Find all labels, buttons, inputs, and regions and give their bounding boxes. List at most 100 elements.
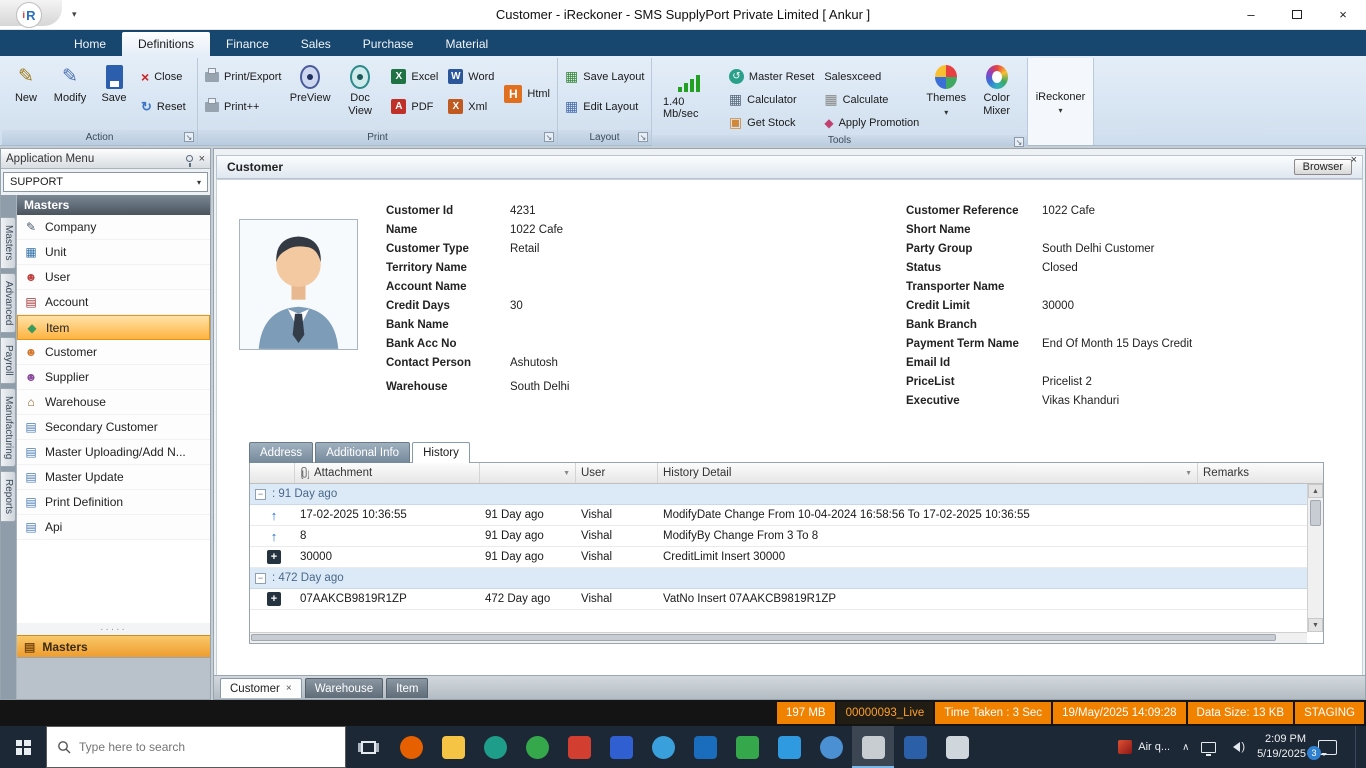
close-window-button[interactable]: × bbox=[1320, 0, 1366, 29]
ribbon-tab[interactable]: Definitions bbox=[122, 32, 210, 56]
field-value[interactable]: Retail bbox=[510, 243, 539, 255]
sidebar-item[interactable]: Item bbox=[17, 315, 210, 340]
action-center-icon[interactable]: 3 bbox=[1318, 740, 1337, 755]
taskbar-app-button[interactable] bbox=[558, 726, 600, 768]
taskbar-app-button[interactable] bbox=[810, 726, 852, 768]
browser-button[interactable]: Browser bbox=[1294, 159, 1352, 175]
pdf-button[interactable]: A PDF bbox=[387, 96, 442, 117]
sidebar-vertical-tab[interactable]: Reports bbox=[1, 471, 16, 522]
taskbar-app-button[interactable] bbox=[642, 726, 684, 768]
app-logo-icon[interactable]: iR bbox=[16, 2, 42, 28]
dialog-launcher-icon[interactable]: ↘ bbox=[184, 132, 194, 142]
sidebar-item[interactable]: Print Definition bbox=[17, 490, 210, 515]
filter-icon[interactable]: ▼ bbox=[563, 470, 570, 477]
panel-close-icon[interactable]: × bbox=[199, 153, 205, 165]
reset-button[interactable]: Reset bbox=[137, 96, 190, 117]
close-button[interactable]: Close bbox=[137, 66, 190, 87]
table-row[interactable]: − : 91 Day ago bbox=[250, 484, 1307, 505]
sidebar-item[interactable]: Api bbox=[17, 515, 210, 540]
filter-icon[interactable]: ▼ bbox=[1185, 470, 1192, 477]
taskbar-app-button[interactable] bbox=[894, 726, 936, 768]
volume-tray-icon[interactable] bbox=[1228, 741, 1245, 753]
master-reset-button[interactable]: Master Reset bbox=[725, 66, 818, 87]
scrollbar-thumb[interactable] bbox=[251, 634, 1276, 641]
taskbar-app-button[interactable] bbox=[600, 726, 642, 768]
tab-close-icon[interactable]: × bbox=[286, 683, 292, 694]
salesxceed-button[interactable]: Salesxceed bbox=[820, 66, 923, 87]
column-header-attachment[interactable]: Attachment bbox=[295, 463, 480, 483]
doc-view-button[interactable]: Doc View bbox=[335, 60, 386, 128]
collapse-icon[interactable]: − bbox=[255, 573, 266, 584]
search-input[interactable] bbox=[79, 740, 335, 754]
taskbar-clock[interactable]: 2:09 PM 5/19/2025 bbox=[1257, 732, 1306, 762]
sidebar-vertical-tab[interactable]: Manufacturing bbox=[1, 388, 16, 467]
vertical-scrollbar[interactable]: ▲ ▼ bbox=[1307, 484, 1323, 632]
xml-button[interactable]: X Xml bbox=[444, 96, 498, 117]
html-button[interactable]: H Html bbox=[500, 84, 554, 105]
field-value[interactable]: 30000 bbox=[1042, 300, 1074, 312]
dialog-launcher-icon[interactable]: ↘ bbox=[1014, 137, 1024, 147]
taskbar-app-button[interactable] bbox=[390, 726, 432, 768]
taskbar-app-button[interactable] bbox=[474, 726, 516, 768]
tray-expand-caret-icon[interactable]: ∧ bbox=[1182, 742, 1189, 753]
ribbon-tab[interactable]: Home bbox=[58, 32, 122, 56]
pin-icon[interactable] bbox=[186, 155, 193, 162]
collapse-icon[interactable]: − bbox=[255, 489, 266, 500]
tab-strip-close-icon[interactable]: × bbox=[1351, 154, 1357, 166]
excel-button[interactable]: X Excel bbox=[387, 66, 442, 87]
column-header-icon[interactable] bbox=[250, 463, 295, 483]
ribbon-tab[interactable]: Sales bbox=[285, 32, 347, 56]
field-value[interactable]: Pricelist 2 bbox=[1042, 376, 1092, 388]
field-value[interactable]: 4231 bbox=[510, 205, 536, 217]
taskbar-app-button[interactable] bbox=[768, 726, 810, 768]
field-value[interactable]: 1022 Cafe bbox=[1042, 205, 1095, 217]
ribbon-tab[interactable]: Material bbox=[429, 32, 504, 56]
scroll-up-icon[interactable]: ▲ bbox=[1308, 484, 1323, 498]
field-value[interactable]: Ashutosh bbox=[510, 357, 558, 369]
sidebar-vertical-tab[interactable]: Payroll bbox=[1, 337, 16, 384]
taskbar-app-button[interactable] bbox=[936, 726, 978, 768]
tray-app[interactable]: Air q... bbox=[1118, 740, 1170, 754]
document-tab[interactable]: Customer × bbox=[220, 678, 302, 698]
column-header-age[interactable]: ▼ bbox=[480, 463, 576, 483]
sidebar-vertical-tab[interactable]: Advanced bbox=[1, 273, 16, 333]
profile-dropdown[interactable]: SUPPORT ▾ bbox=[3, 172, 208, 192]
masters-footer-button[interactable]: Masters bbox=[17, 635, 210, 657]
quick-access-caret-icon[interactable]: ▾ bbox=[72, 9, 77, 20]
edit-layout-button[interactable]: Edit Layout bbox=[561, 96, 648, 117]
display-tray-icon[interactable] bbox=[1201, 742, 1216, 753]
sidebar-item[interactable]: Warehouse bbox=[17, 390, 210, 415]
sidebar-item[interactable]: Customer bbox=[17, 340, 210, 365]
themes-button[interactable]: Themes ▾ bbox=[925, 60, 967, 133]
field-value[interactable]: Vikas Khanduri bbox=[1042, 395, 1119, 407]
calculator-button[interactable]: Calculator bbox=[725, 89, 818, 110]
field-value[interactable]: Closed bbox=[1042, 262, 1078, 274]
task-view-button[interactable] bbox=[346, 726, 390, 768]
dialog-launcher-icon[interactable]: ↘ bbox=[544, 132, 554, 142]
start-button[interactable] bbox=[0, 726, 46, 768]
document-tab[interactable]: Warehouse × bbox=[305, 678, 383, 698]
color-mixer-button[interactable]: Color Mixer bbox=[969, 60, 1024, 133]
sidebar-item[interactable]: Supplier bbox=[17, 365, 210, 390]
save-button[interactable]: Save bbox=[93, 60, 135, 128]
table-row[interactable]: − 07AAKCB9819R1ZP 472 Day ago Vishal Vat… bbox=[250, 589, 1307, 610]
taskbar-app-button[interactable] bbox=[516, 726, 558, 768]
detail-tab[interactable]: Address bbox=[249, 442, 313, 463]
modify-button[interactable]: Modify bbox=[49, 60, 91, 128]
table-row[interactable]: − 8 91 Day ago Vishal ModifyBy Change Fr… bbox=[250, 526, 1307, 547]
horizontal-scrollbar[interactable] bbox=[250, 632, 1307, 643]
scrollbar-thumb[interactable] bbox=[1310, 500, 1321, 526]
table-row[interactable]: − 17-02-2025 10:36:55 91 Day ago Vishal … bbox=[250, 505, 1307, 526]
preview-button[interactable]: PreView bbox=[287, 60, 332, 128]
get-stock-button[interactable]: Get Stock bbox=[725, 112, 818, 133]
sidebar-item[interactable]: Master Update bbox=[17, 465, 210, 490]
field-value[interactable]: South Delhi bbox=[510, 381, 569, 393]
apply-promotion-button[interactable]: Apply Promotion bbox=[820, 112, 923, 133]
sidebar-item[interactable]: Master Uploading/Add N... bbox=[17, 440, 210, 465]
detail-tab[interactable]: Additional Info bbox=[315, 442, 410, 463]
taskbar-app-button[interactable] bbox=[852, 726, 894, 768]
sidebar-splitter-handle[interactable]: ····· bbox=[17, 623, 210, 635]
field-value[interactable]: End Of Month 15 Days Credit bbox=[1042, 338, 1192, 350]
calculate-button[interactable]: Calculate bbox=[820, 89, 923, 110]
column-header-user[interactable]: User bbox=[576, 463, 658, 483]
